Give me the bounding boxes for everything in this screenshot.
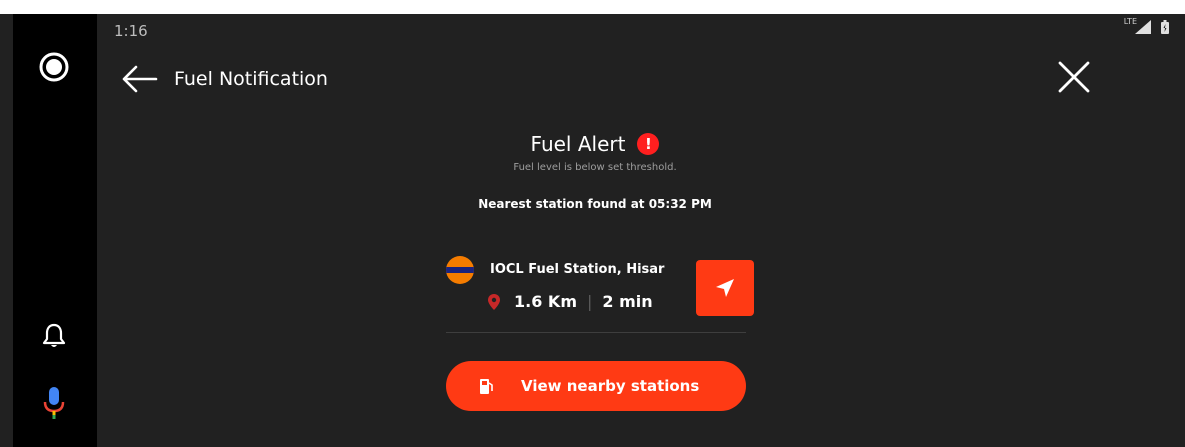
location-pin-icon (488, 293, 500, 310)
station-name: IOCL Fuel Station, Hisar (490, 262, 665, 277)
fuel-pump-icon (480, 379, 493, 394)
alert-subtitle: Fuel level is below set threshold. (513, 162, 677, 173)
close-icon (1058, 61, 1090, 93)
back-button[interactable] (120, 62, 160, 96)
view-nearby-stations-button[interactable]: View nearby stations (446, 361, 746, 411)
warning-icon: ! (637, 133, 660, 155)
distance-value: 1.6 Km (514, 292, 577, 311)
divider (446, 332, 746, 333)
nearest-station-text: Nearest station found at 05:32 PM (478, 197, 712, 211)
distance-separator: | (586, 292, 593, 311)
network-type: LTE (1123, 17, 1137, 26)
navigate-button[interactable] (696, 260, 754, 316)
battery-icon (1161, 20, 1169, 34)
navigation-arrow-icon (716, 279, 734, 297)
home-circle-icon (39, 52, 69, 82)
home-button[interactable] (37, 50, 71, 84)
notifications-button[interactable] (41, 322, 67, 350)
app-frame: 1:16 LTE Fuel Notification Fuel Alert ! … (0, 14, 1185, 447)
alert-title: Fuel Alert (530, 132, 626, 156)
bell-icon (42, 323, 66, 347)
indianoil-logo-icon (446, 256, 474, 284)
close-button[interactable] (1057, 60, 1091, 94)
microphone-icon (43, 387, 65, 419)
left-rail (13, 14, 97, 447)
page-title: Fuel Notification (174, 68, 328, 90)
alert-header: Fuel Alert ! (440, 132, 750, 156)
station-card: IOCL Fuel Station, Hisar 1.6 Km | 2 min (446, 256, 756, 316)
alert-panel: Fuel Alert ! Fuel level is below set thr… (440, 132, 750, 211)
signal-icon (1135, 20, 1151, 34)
eta-value: 2 min (602, 292, 653, 311)
voice-button[interactable] (43, 386, 65, 420)
status-icons: LTE (1123, 17, 1169, 34)
cta-label: View nearby stations (521, 377, 700, 395)
back-arrow-icon (122, 65, 158, 93)
distance-row: 1.6 Km | 2 min (488, 292, 653, 311)
top-bar: Fuel Notification (120, 62, 328, 96)
status-time: 1:16 (114, 22, 148, 40)
